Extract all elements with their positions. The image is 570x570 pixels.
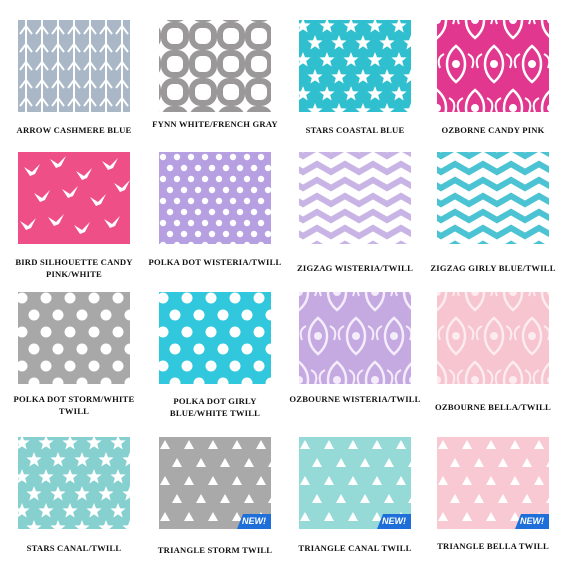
swatch-image[interactable] (437, 152, 549, 244)
swatch-image[interactable] (18, 292, 130, 384)
swatch-label: POLKA DOT GIRLY BLUE/WHITE TWILL (169, 396, 261, 418)
swatch-label: FYNN WHITE/FRENCH GRAY (152, 119, 278, 129)
swatch-image[interactable] (159, 292, 271, 384)
fabric-pattern (18, 292, 130, 384)
swatch-image[interactable]: NEW! (159, 437, 271, 529)
swatch-image[interactable]: NEW! (437, 437, 549, 529)
swatch-image[interactable] (437, 292, 549, 384)
swatch-image[interactable] (18, 20, 130, 112)
swatch-image[interactable] (159, 20, 271, 112)
swatch-label: ZIGZAG WISTERIA/TWILL (296, 263, 414, 273)
swatch-label: STARS CANAL/TWILL (26, 543, 122, 553)
swatch-image[interactable] (159, 152, 271, 244)
fabric-pattern (437, 152, 549, 244)
swatch-label: OZBOURNE BELLA/TWILL (435, 402, 551, 412)
fabric-pattern (299, 292, 411, 384)
swatch-image[interactable] (437, 20, 549, 112)
swatch-image[interactable] (18, 152, 130, 244)
swatch-image[interactable] (18, 437, 130, 529)
fabric-pattern (18, 152, 130, 244)
swatch-label: STARS COASTAL BLUE (305, 125, 405, 135)
swatch-label: OZBORNE CANDY PINK (441, 125, 545, 135)
new-badge: NEW! (377, 514, 411, 529)
swatch-label: ZIGZAG GIRLY BLUE/TWILL (430, 263, 556, 273)
new-badge: NEW! (237, 514, 271, 529)
swatch-image[interactable] (299, 20, 411, 112)
swatch-label: ARROW CASHMERE BLUE (16, 125, 132, 135)
swatch-label: TRIANGLE STORM TWILL (157, 545, 273, 555)
swatch-label: TRIANGLE BELLA TWILL (437, 541, 549, 551)
fabric-pattern (159, 292, 271, 384)
fabric-pattern (18, 437, 130, 529)
swatch-label: POLKA DOT STORM/WHITE TWILL (13, 394, 135, 416)
fabric-pattern (299, 20, 411, 112)
swatch-label: POLKA DOT WISTERIA/TWILL (148, 257, 282, 267)
fabric-pattern (437, 292, 549, 384)
fabric-pattern (299, 152, 411, 244)
swatch-label: BIRD SILHOUETTE CANDY PINK/WHITE (15, 257, 133, 279)
fabric-pattern (437, 20, 549, 112)
fabric-pattern (159, 152, 271, 244)
fabric-pattern (18, 20, 130, 112)
swatch-label: OZBOURNE WISTERIA/TWILL (289, 394, 421, 404)
swatch-label: TRIANGLE CANAL TWILL (298, 543, 412, 553)
fabric-pattern (159, 20, 271, 112)
swatch-image[interactable] (299, 152, 411, 244)
swatch-image[interactable]: NEW! (299, 437, 411, 529)
swatch-image[interactable] (299, 292, 411, 384)
